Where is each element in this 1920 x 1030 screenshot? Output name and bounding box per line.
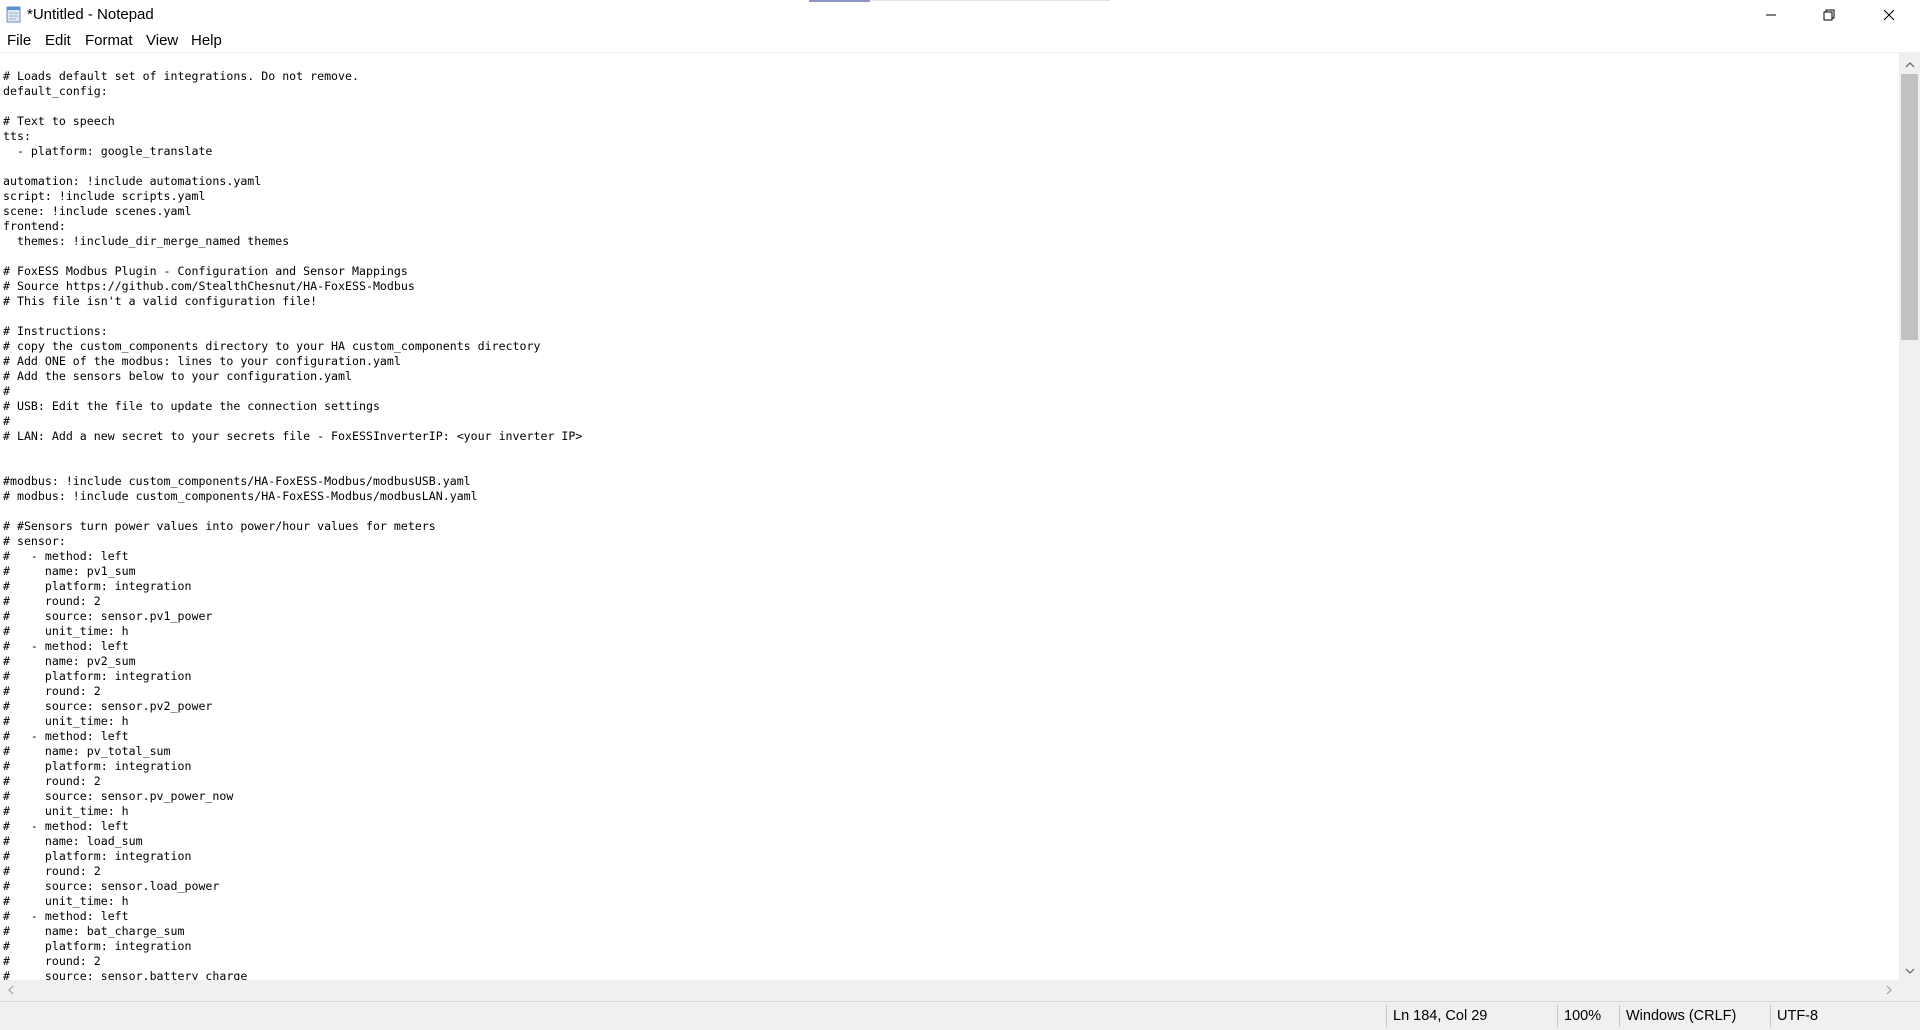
editor-line[interactable]	[3, 159, 1898, 174]
menu-help[interactable]: Help	[190, 32, 223, 50]
text-editor[interactable]: # Loads default set of integrations. Do …	[0, 55, 1898, 980]
editor-line[interactable]: automation: !include automations.yaml	[3, 174, 1898, 189]
editor-line[interactable]: # source: sensor.load_power	[3, 879, 1898, 894]
editor-line[interactable]: # #Sensors turn power values into power/…	[3, 519, 1898, 534]
editor-line[interactable]: # round: 2	[3, 774, 1898, 789]
editor-line[interactable]: # Loads default set of integrations. Do …	[3, 69, 1898, 84]
editor-line[interactable]: # unit_time: h	[3, 894, 1898, 909]
editor-line[interactable]: # source: sensor.pv_power_now	[3, 789, 1898, 804]
editor-line[interactable]: # source: sensor.pv1_power	[3, 609, 1898, 624]
editor-line[interactable]: - platform: google_translate	[3, 144, 1898, 159]
title-accent	[809, 0, 870, 2]
zoom-level: 100%	[1564, 1008, 1602, 1024]
scrollbar-corner	[1899, 980, 1920, 1001]
editor-line[interactable]: # sensor:	[3, 534, 1898, 549]
editor-line[interactable]: # round: 2	[3, 864, 1898, 879]
editor-line[interactable]	[3, 459, 1898, 474]
minimize-button[interactable]	[1742, 0, 1800, 30]
editor-line[interactable]: # platform: integration	[3, 759, 1898, 774]
editor-line[interactable]: # name: pv2_sum	[3, 654, 1898, 669]
editor-line[interactable]: # FoxESS Modbus Plugin - Configuration a…	[3, 264, 1898, 279]
editor-line[interactable]	[3, 504, 1898, 519]
editor-line[interactable]: # unit_time: h	[3, 624, 1898, 639]
minimize-icon	[1765, 9, 1777, 21]
chevron-left-icon	[7, 982, 14, 1000]
encoding: UTF-8	[1777, 1008, 1819, 1024]
menu-edit[interactable]: Edit	[44, 32, 72, 50]
editor-line[interactable]: #	[3, 414, 1898, 429]
editor-line[interactable]	[3, 249, 1898, 264]
editor-line[interactable]: # platform: integration	[3, 849, 1898, 864]
editor-line[interactable]: # Text to speech	[3, 114, 1898, 129]
notepad-icon	[5, 6, 22, 23]
line-ending: Windows (CRLF)	[1626, 1008, 1737, 1024]
editor-line[interactable]: # name: pv1_sum	[3, 564, 1898, 579]
menu-view[interactable]: View	[145, 32, 179, 50]
editor-line[interactable]	[3, 99, 1898, 114]
vertical-scroll-thumb[interactable]	[1901, 74, 1918, 340]
editor-line[interactable]: # name: bat_charge_sum	[3, 924, 1898, 939]
menu-divider	[0, 52, 1920, 53]
editor-line[interactable]: # name: pv_total_sum	[3, 744, 1898, 759]
editor-line[interactable]: # modbus: !include custom_components/HA-…	[3, 489, 1898, 504]
editor-line[interactable]	[3, 444, 1898, 459]
editor-line[interactable]: # round: 2	[3, 684, 1898, 699]
scroll-right-button[interactable]	[1878, 980, 1899, 1001]
editor-line[interactable]: # - method: left	[3, 819, 1898, 834]
status-bar: Ln 184, Col 29 100% Windows (CRLF) UTF-8	[0, 1001, 1920, 1030]
horizontal-scrollbar[interactable]	[0, 980, 1899, 1001]
close-icon	[1883, 9, 1895, 21]
menu-format[interactable]: Format	[84, 32, 134, 50]
editor-line[interactable]: # - method: left	[3, 549, 1898, 564]
editor-line[interactable]: # Add ONE of the modbus: lines to your c…	[3, 354, 1898, 369]
chevron-right-icon	[1886, 982, 1892, 1000]
restore-icon	[1823, 9, 1835, 21]
window-title: *Untitled - Notepad	[27, 6, 154, 23]
editor-line[interactable]: # LAN: Add a new secret to your secrets …	[3, 429, 1898, 444]
editor-line[interactable]	[3, 309, 1898, 324]
editor-line[interactable]: # Instructions:	[3, 324, 1898, 339]
scroll-up-button[interactable]	[1899, 53, 1920, 74]
title-bar[interactable]: *Untitled - Notepad	[0, 0, 1920, 30]
editor-line[interactable]: # round: 2	[3, 594, 1898, 609]
editor-line[interactable]: tts:	[3, 129, 1898, 144]
editor-line[interactable]: #	[3, 384, 1898, 399]
chevron-down-icon	[1905, 961, 1915, 979]
editor-line[interactable]: # This file isn't a valid configuration …	[3, 294, 1898, 309]
editor-line[interactable]: # round: 2	[3, 954, 1898, 969]
editor-line[interactable]: # - method: left	[3, 909, 1898, 924]
editor-line[interactable]: # - method: left	[3, 729, 1898, 744]
editor-line[interactable]: # - method: left	[3, 639, 1898, 654]
menu-bar: File Edit Format View Help	[0, 30, 1920, 52]
editor-line[interactable]: # unit_time: h	[3, 714, 1898, 729]
editor-line[interactable]: themes: !include_dir_merge_named themes	[3, 234, 1898, 249]
editor-line[interactable]: # unit_time: h	[3, 804, 1898, 819]
editor-line[interactable]: # source: sensor.pv2_power	[3, 699, 1898, 714]
editor-line[interactable]: # Source https://github.com/StealthChesn…	[3, 279, 1898, 294]
scroll-left-button[interactable]	[0, 980, 21, 1001]
editor-line[interactable]: # platform: integration	[3, 669, 1898, 684]
vertical-scrollbar[interactable]	[1899, 53, 1920, 980]
editor-line[interactable]: default_config:	[3, 84, 1898, 99]
editor-content[interactable]: # Loads default set of integrations. Do …	[0, 55, 1898, 980]
editor-line[interactable]: # copy the custom_components directory t…	[3, 339, 1898, 354]
title-accent-line	[870, 0, 1110, 1]
chevron-up-icon	[1905, 55, 1915, 73]
editor-line[interactable]: # platform: integration	[3, 939, 1898, 954]
editor-line[interactable]: # USB: Edit the file to update the conne…	[3, 399, 1898, 414]
menu-file[interactable]: File	[6, 32, 32, 50]
cursor-position: Ln 184, Col 29	[1393, 1008, 1488, 1024]
close-button[interactable]	[1858, 0, 1920, 30]
editor-line[interactable]: #modbus: !include custom_components/HA-F…	[3, 474, 1898, 489]
editor-line[interactable]: # platform: integration	[3, 579, 1898, 594]
editor-line[interactable]: # source: sensor.battery_charge	[3, 969, 1898, 980]
maximize-button[interactable]	[1800, 0, 1858, 30]
editor-line[interactable]: scene: !include scenes.yaml	[3, 204, 1898, 219]
editor-line[interactable]: # Add the sensors below to your configur…	[3, 369, 1898, 384]
editor-line[interactable]: frontend:	[3, 219, 1898, 234]
scroll-down-button[interactable]	[1899, 959, 1920, 980]
editor-line[interactable]: # name: load_sum	[3, 834, 1898, 849]
editor-line[interactable]: script: !include scripts.yaml	[3, 189, 1898, 204]
